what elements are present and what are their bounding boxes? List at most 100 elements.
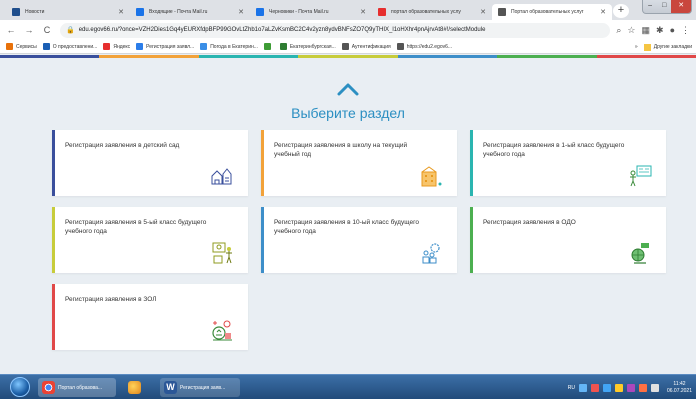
forward-icon[interactable]: →	[22, 25, 36, 35]
graduates-icon	[422, 243, 440, 264]
antivirus-icon[interactable]	[590, 383, 599, 392]
bookmark-label: https://edu2.egov6...	[406, 43, 453, 50]
tab-drafts[interactable]: Черновики - Почта Mail.ru ✕	[250, 4, 372, 20]
url-field[interactable]: 🔒 edu.egov66.ru/?once=VZH2Dies1Gq4yEURXf…	[60, 22, 611, 38]
bookmark-icon	[42, 43, 50, 50]
teacher-board-icon	[630, 165, 652, 187]
new-tab-button[interactable]: +	[613, 4, 629, 18]
folder-icon	[643, 43, 651, 51]
card-school-current-year[interactable]: Регистрация заявления в школу на текущий…	[261, 130, 457, 196]
windows-taskbar: Портал образова... W Регистрация заяв...…	[0, 374, 696, 399]
globe-education-icon	[631, 243, 649, 264]
card-label: Регистрация заявления в 1-ый класс будущ…	[483, 142, 625, 158]
close-icon[interactable]: ✕	[360, 8, 366, 16]
bookmark-icon	[263, 43, 271, 50]
menu-icon[interactable]: ⋮	[681, 25, 690, 36]
bookmark-label: Екатеринбургская...	[289, 43, 336, 50]
yandex-icon	[378, 8, 386, 16]
chevron-up-icon[interactable]	[330, 80, 366, 98]
yandex-icon	[103, 43, 111, 50]
back-icon[interactable]: ←	[4, 25, 18, 35]
tray-app-icon[interactable]	[614, 383, 623, 392]
media-player-icon	[128, 381, 141, 394]
url-text: edu.egov66.ru/?once=VZH2Dies1Gq4yEURXfdp…	[78, 27, 486, 33]
bookmarks-bar: Сервисы О предоставлени... Яндекс Регист…	[0, 40, 696, 54]
taskbar-word-document[interactable]: W Регистрация заяв...	[160, 378, 240, 397]
card-odo[interactable]: Регистрация заявления в ОДО	[470, 207, 666, 273]
close-icon[interactable]: ✕	[118, 8, 124, 16]
chrome-icon	[42, 381, 55, 394]
bookmark-label: О предоставлени...	[52, 43, 98, 50]
tab-label: Черновики - Почта Mail.ru	[269, 9, 329, 15]
card-kindergarten[interactable]: Регистрация заявления в детский сад	[52, 130, 248, 196]
globe-icon	[396, 43, 404, 50]
update-icon[interactable]	[602, 383, 611, 392]
bookmark-services[interactable]: Сервисы	[6, 43, 37, 50]
tab-portal-active[interactable]: Портал образовательных услуг ✕	[492, 4, 612, 20]
bookmark-green[interactable]	[263, 43, 274, 50]
close-window-button[interactable]: ✕	[671, 0, 692, 13]
news-icon	[12, 8, 20, 16]
lock-icon: 🔒	[66, 27, 75, 34]
zoom-icon[interactable]: ⌕	[616, 25, 621, 36]
network-icon[interactable]	[578, 383, 587, 392]
close-icon[interactable]: ✕	[480, 8, 486, 16]
bookmark-ekb[interactable]: Екатеринбургская...	[279, 43, 336, 50]
reload-icon[interactable]: C	[40, 25, 54, 35]
taskbar-media-player[interactable]	[124, 378, 152, 397]
weather-icon	[200, 43, 208, 50]
taskbar-chrome-portal[interactable]: Портал образова...	[38, 378, 116, 397]
close-icon[interactable]: ✕	[600, 8, 606, 16]
kindergarten-icon	[211, 168, 232, 185]
bookmark-weather[interactable]: Погода в Екатерин...	[200, 43, 258, 50]
bookmark-icon	[136, 43, 144, 50]
maximize-button[interactable]: □	[657, 0, 671, 13]
bookmark-edu2[interactable]: https://edu2.egov6...	[396, 43, 453, 50]
language-indicator[interactable]: RU	[568, 385, 575, 391]
bookmark-auth[interactable]: Аутентификация	[341, 43, 391, 50]
tray-app-icon[interactable]	[626, 383, 635, 392]
bookmark-registration[interactable]: Регистрация заявл...	[136, 43, 194, 50]
task-label: Регистрация заяв...	[180, 384, 226, 391]
tray-app-icon[interactable]	[638, 383, 647, 392]
bookmark-label: Яндекс	[113, 43, 131, 50]
page-title: Выберите раздел	[291, 105, 405, 121]
browser-tab-strip: Новости ✕ Входящие - Почта Mail.ru ✕ Чер…	[0, 0, 696, 20]
card-label: Регистрация заявления в 5-ый класс будущ…	[65, 219, 207, 235]
bookmark-predostavlenii[interactable]: О предоставлени...	[42, 43, 98, 50]
bookmark-label: Регистрация заявл...	[146, 43, 195, 50]
apps-icon	[6, 43, 13, 50]
minimize-button[interactable]: –	[643, 0, 657, 13]
card-first-grade[interactable]: Регистрация заявления в 1-ый класс будущ…	[470, 130, 666, 196]
extensions-icon[interactable]: ▦	[642, 25, 651, 36]
pin-icon[interactable]: ✱	[656, 25, 664, 36]
tab-inbox[interactable]: Входящие - Почта Mail.ru ✕	[130, 4, 250, 20]
other-bookmarks[interactable]: » Другие закладки	[635, 40, 692, 53]
card-label: Регистрация заявления в ЗОЛ	[65, 296, 157, 303]
volume-icon[interactable]	[650, 383, 659, 392]
clock-time: 11:42	[673, 380, 686, 387]
globe-icon	[341, 43, 349, 50]
bookmark-label: Аутентификация	[351, 43, 391, 50]
close-icon[interactable]: ✕	[238, 8, 244, 16]
summer-camp-icon	[212, 320, 232, 341]
star-icon[interactable]: ☆	[627, 25, 635, 36]
page-content: Выберите раздел Регистрация заявления в …	[0, 58, 696, 374]
start-button[interactable]	[10, 377, 30, 397]
tab-portal-yandex[interactable]: портал образовательных услу ✕	[372, 4, 492, 20]
bookmark-label: Сервисы	[16, 43, 37, 50]
card-label: Регистрация заявления в 10-ый класс буду…	[274, 219, 419, 235]
card-tenth-grade[interactable]: Регистрация заявления в 10-ый класс буду…	[261, 207, 457, 273]
card-label: Регистрация заявления в школу на текущий…	[274, 142, 408, 158]
mail-icon	[256, 8, 264, 16]
account-icon[interactable]: ●	[670, 25, 675, 36]
bookmark-icon	[279, 43, 287, 50]
card-fifth-grade[interactable]: Регистрация заявления в 5-ый класс будущ…	[52, 207, 248, 273]
clock[interactable]: 11:42 06.07.2021	[667, 381, 692, 395]
task-label: Портал образова...	[58, 384, 103, 391]
bookmark-yandex[interactable]: Яндекс	[103, 43, 130, 50]
system-tray: RU 11:42 06.07.2021	[568, 378, 692, 397]
word-icon: W	[164, 381, 177, 394]
card-zol[interactable]: Регистрация заявления в ЗОЛ	[52, 284, 248, 350]
tab-news[interactable]: Новости ✕	[6, 4, 130, 20]
